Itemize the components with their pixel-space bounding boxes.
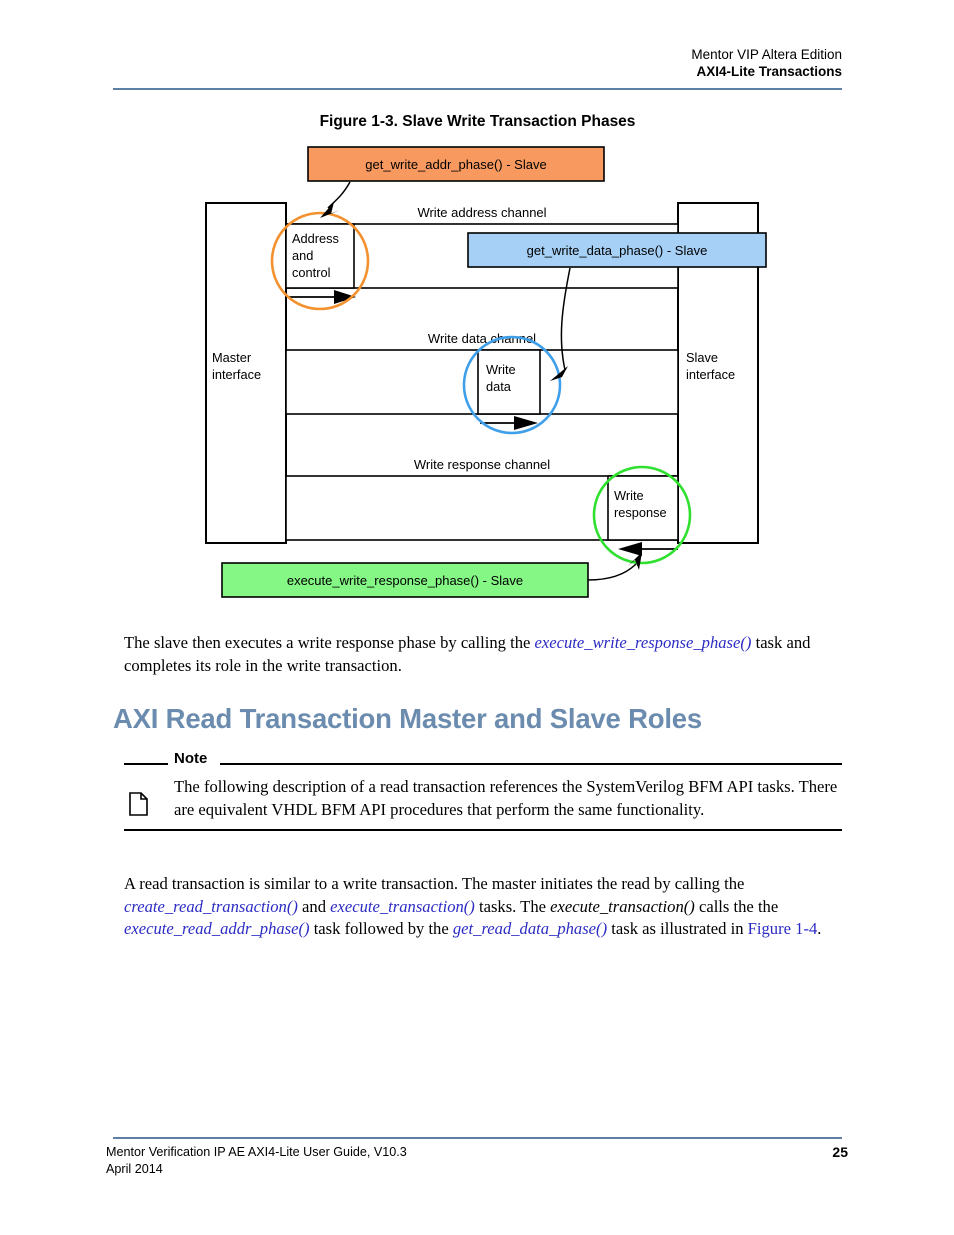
figure-slave-write-transaction-phases: Write address channel Address and contro… [190,138,790,608]
link-execute-read-addr-phase[interactable]: execute_read_addr_phase() [124,919,310,938]
master-interface-label-line1: Master [212,350,252,365]
write-response-line1: Write [614,488,644,503]
para-read-part7: . [817,919,822,938]
link-get-read-data-phase[interactable]: get_read_data_phase() [453,919,607,938]
note-rule-left [124,763,168,765]
note-block: Note The following description of a read… [124,750,842,831]
para-read-part5: task followed by the [309,919,453,938]
address-and-control-line1: Address [292,231,339,246]
para-read-part4: calls the the [694,896,779,916]
callout-get-write-addr-phase-label: get_write_addr_phase() - Slave [365,157,546,172]
write-data-line1: Write [486,362,516,377]
address-and-control-line3: control [292,265,330,280]
callout-get-write-data-phase-label: get_write_data_phase() - Slave [527,243,708,258]
link-create-read-transaction[interactable]: create_read_transaction() [124,897,298,916]
header-divider [113,88,842,90]
document-page-icon [129,792,148,816]
note-body: The following description of a read tran… [124,776,842,821]
write-response-channel-label: Write response channel [414,457,550,472]
note-rule-bottom [124,829,842,831]
note-body-text: The following description of a read tran… [174,777,838,819]
paragraph-slave-write-response: The slave then executes a write response… [124,632,842,677]
para-slave-exec-part1: The slave then executes a write response… [124,633,535,652]
write-response-line2: response [614,505,667,520]
footer-date: April 2014 [106,1162,163,1176]
page-number: 25 [832,1144,848,1160]
address-and-control-line2: and [292,248,313,263]
footer-divider [113,1137,842,1139]
paragraph-read-transaction-intro: A read transaction is similar to a write… [124,873,846,941]
slave-interface-label-line2: interface [686,367,735,382]
slave-interface-label-line1: Slave [686,350,718,365]
footer-guide-title: Mentor Verification IP AE AXI4-Lite User… [106,1145,407,1159]
footer-text: Mentor Verification IP AE AXI4-Lite User… [106,1144,407,1178]
note-header-row: Note [124,750,842,770]
header-product-line: Mentor VIP Altera Edition [691,47,842,62]
para-read-part3: tasks. The [474,896,551,916]
note-rule-right [220,763,842,765]
figure-caption: Figure 1-3. Slave Write Transaction Phas… [319,113,636,130]
header-chapter-line: AXI4-Lite Transactions [696,64,842,79]
write-data-line2: data [486,379,512,394]
page-header: Mentor VIP Altera Edition AXI4-Lite Tran… [113,46,842,80]
write-address-channel-label: Write address channel [417,205,546,220]
para-read-part6: task as illustrated in [607,919,748,938]
link-execute-write-response-phase[interactable]: execute_write_response_phase() [535,633,752,652]
para-read-part1: A read transaction is similar to a write… [124,874,745,893]
para-read-part2: and [297,896,331,916]
emph-execute-transaction: execute_transaction() [550,896,695,916]
note-label: Note [174,750,208,767]
section-heading-axi-read-transaction: AXI Read Transaction Master and Slave Ro… [113,703,702,734]
xref-figure-1-4[interactable]: Figure 1-4 [748,919,818,938]
master-interface-label-line2: interface [212,367,261,382]
link-execute-transaction[interactable]: execute_transaction() [330,897,475,916]
callout-execute-write-response-phase-label: execute_write_response_phase() - Slave [287,573,523,588]
